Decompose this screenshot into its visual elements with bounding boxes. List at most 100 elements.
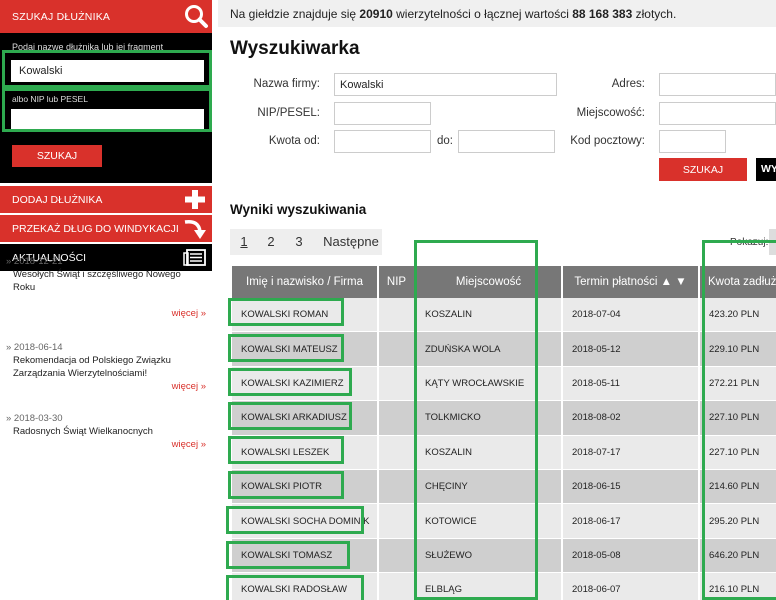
table-row[interactable]: KOWALSKI ROMAN KOSZALIN 2018-07-04 423.20 P… bbox=[232, 298, 776, 333]
page-link-3[interactable]: 3 bbox=[291, 229, 307, 255]
city-label: Miejscowość: bbox=[576, 107, 645, 119]
market-info-bar: Na giełdzie znajduje się 20910 wierzytel… bbox=[218, 0, 776, 27]
main-search-button[interactable]: SZUKAJ bbox=[659, 158, 747, 181]
sidebar-search-button[interactable]: SZUKAJ bbox=[12, 145, 102, 167]
page-link-1[interactable]: 1 bbox=[236, 229, 252, 255]
next-page-link[interactable]: Następne bbox=[321, 229, 381, 255]
transfer-debt-button[interactable]: PRZEKAŻ DŁUG DO WINDYKACJI bbox=[0, 215, 212, 242]
table-row[interactable]: KOWALSKI LESZEK KOSZALIN 2018-07-17 227.10 … bbox=[232, 435, 776, 470]
cell-city: ZDUŃSKA WOLA bbox=[416, 332, 561, 367]
debtor-name-hint: Podaj nazwę dłużnika lub jej fragment bbox=[12, 42, 164, 52]
cell-amount: 423.20 PLN bbox=[700, 298, 776, 333]
search-debtor-label: SZUKAJ DŁUŻNIKA bbox=[12, 11, 111, 23]
news-title[interactable]: Wesołych Świąt i szczęśliwego Nowego Rok… bbox=[13, 268, 203, 294]
plus-icon bbox=[182, 188, 208, 211]
sidebar: SZUKAJ DŁUŻNIKA Podaj nazwę dłużnika lub… bbox=[0, 0, 212, 600]
page-title: Wyszukiwarka bbox=[230, 38, 360, 59]
news-date: » 2018-03-30 bbox=[6, 413, 63, 424]
cell-city: KĄTY WROCŁAWSKIE bbox=[416, 366, 561, 402]
nip-pesel-label: albo NIP lub PESEL bbox=[12, 94, 88, 104]
company-name-input[interactable] bbox=[334, 73, 557, 96]
postcode-input[interactable] bbox=[659, 130, 726, 153]
amount-from-input[interactable] bbox=[334, 130, 431, 153]
news-more-link[interactable]: więcej » bbox=[172, 439, 206, 450]
results-table: Imię i nazwisko / Firma NIP Miejscowość … bbox=[232, 266, 776, 600]
cell-amount: 272.21 PLN bbox=[700, 366, 776, 402]
debt-count: 20910 bbox=[359, 7, 393, 21]
cell-name[interactable]: KOWALSKI SOCHA DOMINIK bbox=[232, 504, 377, 539]
cell-name[interactable]: KOWALSKI MATEUSZ bbox=[232, 332, 377, 367]
column-header-name[interactable]: Imię i nazwisko / Firma bbox=[232, 266, 377, 298]
show-per-page-select[interactable] bbox=[769, 229, 776, 255]
cell-city: KOSZALIN bbox=[416, 435, 561, 470]
cell-name[interactable]: KOWALSKI ROMAN bbox=[232, 298, 377, 333]
cell-amount: 295.20 PLN bbox=[700, 504, 776, 539]
table-row[interactable]: KOWALSKI RADOSŁAW ELBLĄG 2018-06-07 216.10 … bbox=[232, 573, 776, 600]
add-debtor-label: DODAJ DŁUŻNIKA bbox=[12, 194, 103, 206]
transfer-debt-label: PRZEKAŻ DŁUG DO WINDYKACJI bbox=[12, 223, 179, 235]
news-date: » 2018-12-21 bbox=[6, 256, 63, 267]
cell-city: KOTOWICE bbox=[416, 504, 561, 539]
cell-name[interactable]: KOWALSKI RADOSŁAW bbox=[232, 573, 377, 600]
table-row[interactable]: KOWALSKI MATEUSZ ZDUŃSKA WOLA 2018-05-12 22… bbox=[232, 332, 776, 367]
main-content: Na giełdzie znajduje się 20910 wierzytel… bbox=[212, 0, 776, 600]
amount-to-input[interactable] bbox=[458, 130, 555, 153]
cell-name[interactable]: KOWALSKI LESZEK bbox=[232, 435, 377, 470]
table-row[interactable]: KOWALSKI TOMASZ SŁUŻEWO 2018-05-08 646.20 P… bbox=[232, 538, 776, 574]
nip-pesel-form-label: NIP/PESEL: bbox=[257, 107, 320, 119]
address-label: Adres: bbox=[611, 78, 645, 90]
pagination: 1 2 3 Następne bbox=[230, 229, 382, 255]
nip-pesel-input[interactable] bbox=[11, 109, 204, 129]
secondary-button[interactable]: WY bbox=[756, 158, 776, 181]
cell-nip bbox=[379, 573, 414, 600]
nip-pesel-form-input[interactable] bbox=[334, 102, 431, 125]
table-row[interactable]: KOWALSKI SOCHA DOMINIK KOTOWICE 2018-06-17… bbox=[232, 504, 776, 539]
page-link-2[interactable]: 2 bbox=[263, 229, 279, 255]
cell-nip bbox=[379, 332, 414, 367]
curved-arrow-icon bbox=[182, 217, 208, 240]
amount-to-label: do: bbox=[437, 135, 453, 147]
cell-due-date: 2018-05-11 bbox=[563, 366, 698, 402]
cell-city: KOSZALIN bbox=[416, 298, 561, 333]
cell-due-date: 2018-05-12 bbox=[563, 332, 698, 367]
newspaper-icon bbox=[182, 246, 208, 269]
cell-due-date: 2018-08-02 bbox=[563, 401, 698, 436]
cell-name[interactable]: KOWALSKI PIOTR bbox=[232, 469, 377, 505]
results-table-body: KOWALSKI ROMAN KOSZALIN 2018-07-04 423.20 P… bbox=[232, 298, 776, 600]
cell-nip bbox=[379, 435, 414, 470]
cell-nip bbox=[379, 298, 414, 333]
add-debtor-button[interactable]: DODAJ DŁUŻNIKA bbox=[0, 186, 212, 213]
search-debtor-header: SZUKAJ DŁUŻNIKA bbox=[0, 0, 212, 33]
cell-nip bbox=[379, 366, 414, 402]
column-header-due-date[interactable]: Termin płatności ▲ ▼ bbox=[563, 266, 698, 298]
cell-nip bbox=[379, 538, 414, 574]
column-header-amount[interactable]: Kwota zadłużenia bbox=[700, 266, 776, 298]
column-header-nip[interactable]: NIP bbox=[379, 266, 414, 298]
table-row[interactable]: KOWALSKI PIOTR CHĘCINY 2018-06-15 214.60 PL… bbox=[232, 469, 776, 505]
table-row[interactable]: KOWALSKI ARKADIUSZ TOLKMICKO 2018-08-02 227… bbox=[232, 401, 776, 436]
search-icon[interactable] bbox=[180, 0, 212, 33]
cell-nip bbox=[379, 469, 414, 505]
cell-name[interactable]: KOWALSKI KAZIMIERZ bbox=[232, 366, 377, 402]
table-row[interactable]: KOWALSKI KAZIMIERZ KĄTY WROCŁAWSKIE 2018-0… bbox=[232, 366, 776, 402]
city-input[interactable] bbox=[659, 102, 776, 125]
show-per-page-label: Pokazuj: bbox=[730, 237, 769, 248]
amount-from-label: Kwota od: bbox=[268, 135, 320, 147]
column-header-city[interactable]: Miejscowość bbox=[416, 266, 561, 298]
info-prefix: Na giełdzie znajduje się bbox=[230, 7, 360, 21]
debtor-name-input[interactable] bbox=[11, 60, 204, 82]
news-date: » 2018-06-14 bbox=[6, 342, 63, 353]
address-input[interactable] bbox=[659, 73, 776, 96]
news-more-link[interactable]: więcej » bbox=[172, 381, 206, 392]
news-title[interactable]: Radosnych Świąt Wielkanocnych bbox=[13, 425, 203, 438]
news-title[interactable]: Rekomendacja od Polskiego Związku Zarząd… bbox=[13, 354, 203, 380]
news-more-link[interactable]: więcej » bbox=[172, 308, 206, 319]
market-info-text: Na giełdzie znajduje się 20910 wierzytel… bbox=[230, 7, 676, 21]
company-name-label: Nazwa firmy: bbox=[253, 78, 320, 90]
cell-amount: 214.60 PLN bbox=[700, 469, 776, 505]
cell-name[interactable]: KOWALSKI TOMASZ bbox=[232, 538, 377, 574]
cell-city: CHĘCINY bbox=[416, 469, 561, 505]
cell-nip bbox=[379, 504, 414, 539]
cell-amount: 646.20 PLN bbox=[700, 538, 776, 574]
cell-name[interactable]: KOWALSKI ARKADIUSZ bbox=[232, 401, 377, 436]
